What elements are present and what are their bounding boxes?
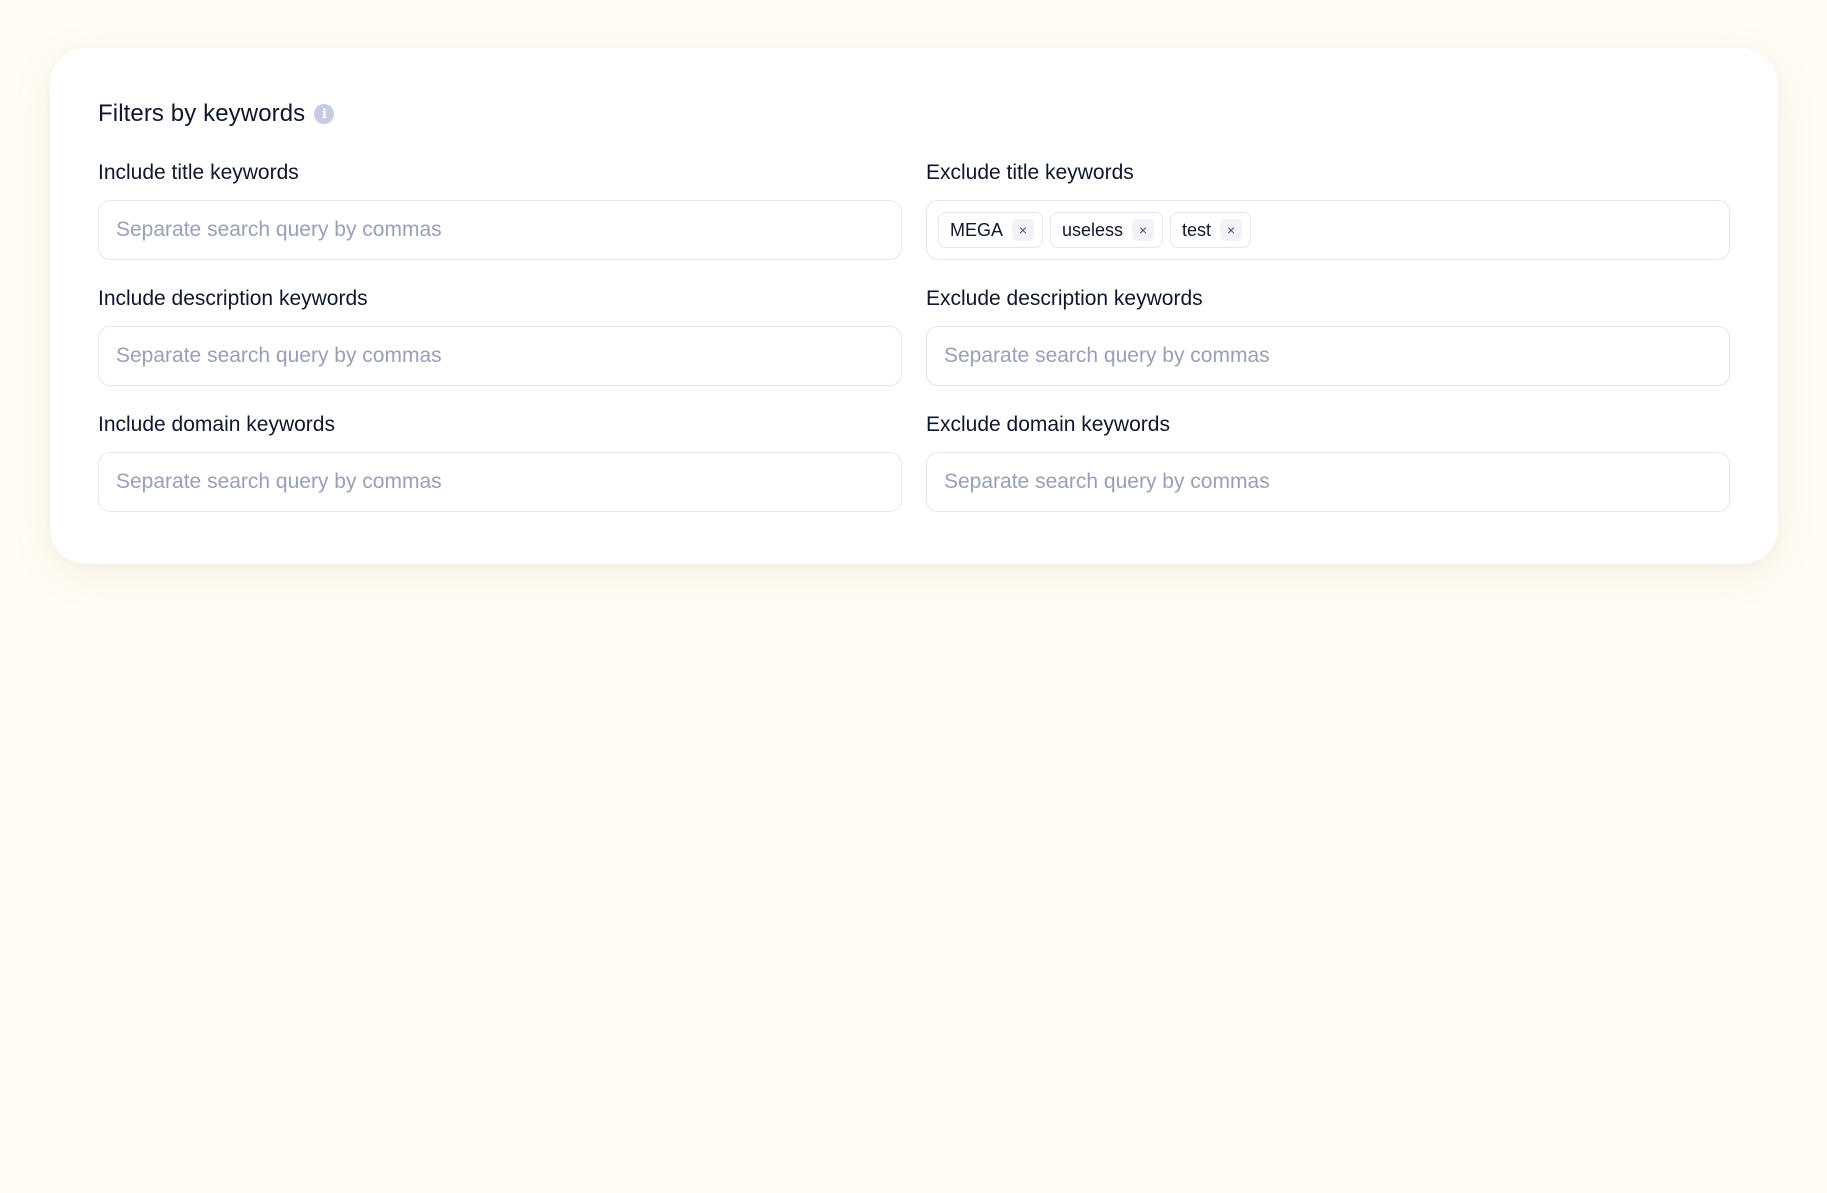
exclude-domain-label: Exclude domain keywords	[926, 413, 1170, 436]
include-domain-input[interactable]	[110, 470, 890, 494]
exclude-title-input[interactable]	[1251, 218, 1718, 242]
exclude-description-input-box[interactable]	[926, 326, 1730, 386]
include-domain-input-box[interactable]	[98, 452, 902, 512]
keyword-tag-label: test	[1182, 219, 1212, 240]
include-description-input-box[interactable]	[98, 326, 902, 386]
keyword-tag: MEGA ×	[938, 212, 1044, 248]
include-domain-label: Include domain keywords	[98, 413, 335, 436]
remove-tag-icon[interactable]: ×	[1220, 219, 1243, 241]
keyword-tag: useless ×	[1050, 212, 1164, 248]
keyword-tag: test ×	[1170, 212, 1252, 248]
keyword-filters-card: Filters by keywords i Include title keyw…	[50, 48, 1778, 564]
exclude-domain-input[interactable]	[938, 470, 1718, 494]
include-description-field: Include description keywords	[98, 284, 902, 386]
include-description-label: Include description keywords	[98, 287, 368, 310]
include-title-input[interactable]	[110, 218, 890, 242]
exclude-domain-input-box[interactable]	[926, 452, 1730, 512]
exclude-description-field: Exclude description keywords	[926, 284, 1730, 386]
exclude-title-tag-list: MEGA × useless × test ×	[938, 212, 1252, 248]
exclude-title-label: Exclude title keywords	[926, 161, 1134, 184]
include-title-label: Include title keywords	[98, 161, 299, 184]
exclude-domain-field: Exclude domain keywords	[926, 410, 1730, 512]
keyword-tag-label: MEGA	[950, 219, 1004, 240]
exclude-description-label: Exclude description keywords	[926, 287, 1203, 310]
card-header: Filters by keywords i	[98, 94, 1730, 134]
card-title: Filters by keywords	[98, 100, 306, 127]
info-icon[interactable]: i	[314, 104, 335, 124]
exclude-title-field: Exclude title keywords MEGA × useless × …	[926, 158, 1730, 260]
remove-tag-icon[interactable]: ×	[1012, 219, 1035, 241]
filters-grid: Include title keywords Exclude title key…	[98, 158, 1730, 512]
include-title-input-box[interactable]	[98, 200, 902, 260]
exclude-title-input-box[interactable]: MEGA × useless × test ×	[926, 200, 1730, 260]
remove-tag-icon[interactable]: ×	[1132, 219, 1155, 241]
include-title-field: Include title keywords	[98, 158, 902, 260]
include-domain-field: Include domain keywords	[98, 410, 902, 512]
exclude-description-input[interactable]	[938, 344, 1718, 368]
keyword-tag-label: useless	[1062, 219, 1124, 240]
include-description-input[interactable]	[110, 344, 890, 368]
